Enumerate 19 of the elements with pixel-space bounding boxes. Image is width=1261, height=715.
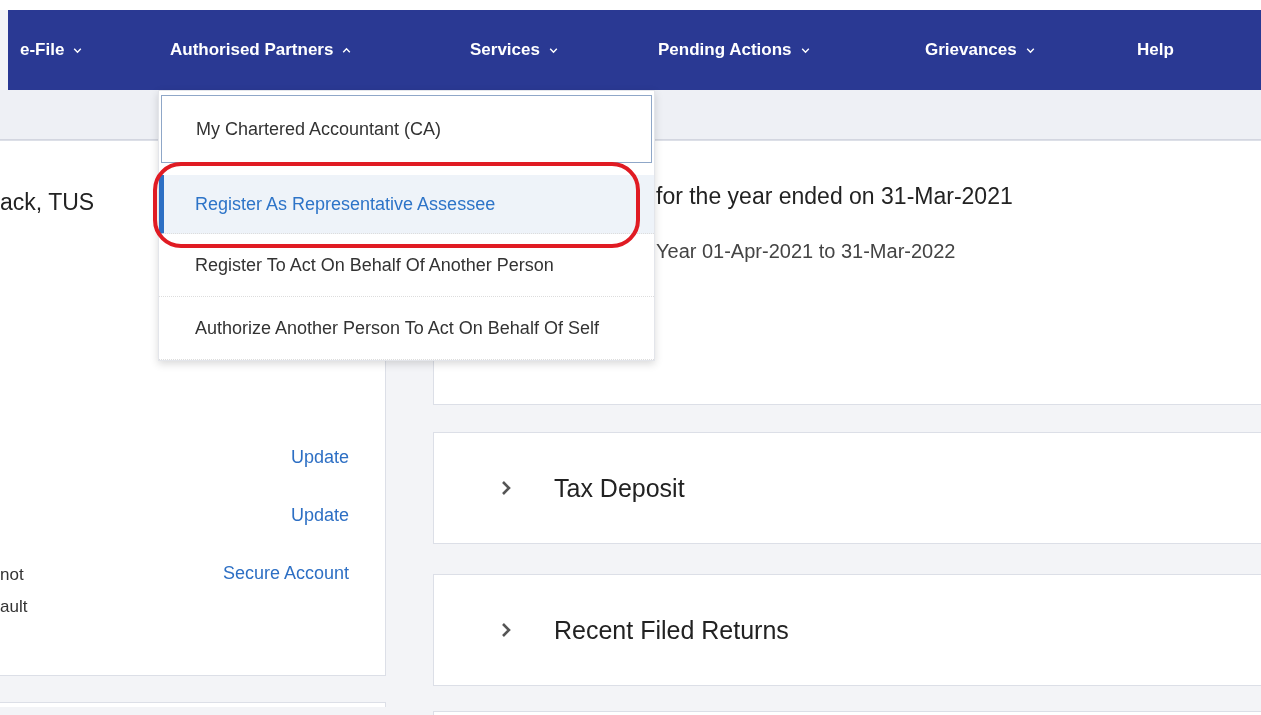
summary-heading: for the year ended on 31-Mar-2021: [656, 183, 1014, 210]
action-link[interactable]: Update: [290, 447, 349, 468]
nav-menu-item[interactable]: Authorised Partners: [170, 40, 470, 60]
nav-menu-item[interactable]: Grievances: [925, 40, 1137, 60]
collapsible-panel[interactable]: Tax Deposit: [433, 432, 1261, 544]
status-text: not ault: [0, 564, 29, 618]
menu-item[interactable]: Register As Representative Assessee: [159, 175, 654, 234]
menu-item[interactable]: Register To Act On Behalf Of Another Person: [159, 234, 654, 297]
menu-item[interactable]: Authorize Another Person To Act On Behalf Of Self: [159, 297, 654, 360]
collapsible-panel[interactable]: Recent Filed Returns: [433, 574, 1261, 686]
menu-item[interactable]: My Chartered Accountant (CA): [161, 95, 652, 163]
nav-menu-item[interactable]: e-File: [20, 40, 170, 60]
assessment-year-text: Year 01-Apr-2021 to 31-Mar-2022: [656, 240, 957, 263]
welcome-heading: ack, TUS: [0, 189, 95, 216]
nav-menu-item[interactable]: Help: [1137, 40, 1174, 60]
nav-menu-item[interactable]: Pending Actions: [658, 40, 925, 60]
nav-menu-item[interactable]: Services: [470, 40, 658, 60]
action-link[interactable]: Secure Account: [222, 563, 349, 584]
action-link[interactable]: Update: [290, 505, 349, 526]
